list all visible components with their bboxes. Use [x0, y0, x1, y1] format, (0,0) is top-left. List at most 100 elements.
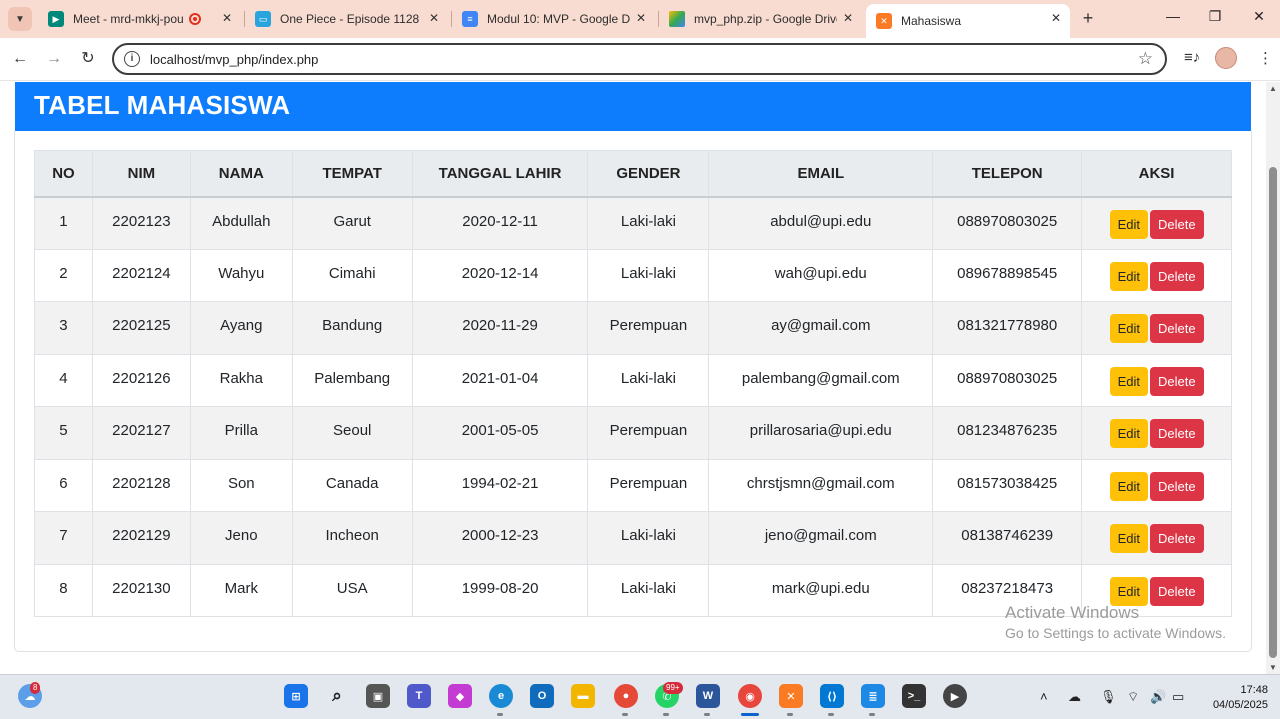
- browser-menu-icon[interactable]: ⋮: [1258, 49, 1273, 67]
- close-tab-icon[interactable]: ✕: [426, 11, 442, 25]
- back-button[interactable]: ←: [9, 48, 31, 70]
- watermark-title: Activate Windows: [1005, 603, 1140, 622]
- cell-tempat: Garut: [291, 196, 413, 250]
- cell-telepon: 08138746239: [932, 511, 1083, 565]
- activate-windows-watermark: Activate Windows Go to Settings to activ…: [1005, 603, 1226, 641]
- cell-telepon: 081573038425: [932, 458, 1083, 512]
- delete-button[interactable]: Delete: [1149, 524, 1204, 554]
- address-bar[interactable]: i localhost/mvp_php/index.php ☆: [112, 43, 1167, 75]
- forward-button[interactable]: →: [43, 48, 65, 70]
- copilot-icon[interactable]: ◆: [448, 684, 472, 708]
- tab-google-drive[interactable]: mvp_php.zip - Google Drive ✕: [659, 4, 862, 34]
- delete-button[interactable]: Delete: [1149, 419, 1204, 449]
- column-header-tempat: TEMPAT: [291, 150, 413, 198]
- close-tab-icon[interactable]: ✕: [219, 11, 235, 25]
- task-view-icon[interactable]: ▣: [366, 684, 390, 708]
- file-explorer-icon[interactable]: ▬: [571, 684, 595, 708]
- scroll-up-arrow[interactable]: ▲: [1268, 84, 1278, 93]
- table-row: 1 2202123 Abdullah Garut 2020-12-11 Laki-laki…: [34, 196, 1232, 250]
- running-indicator: [869, 713, 875, 716]
- scroll-down-arrow[interactable]: ▼: [1268, 663, 1278, 672]
- page-scrollbar[interactable]: ▲ ▼: [1266, 82, 1280, 674]
- cell-email: ay@gmail.com: [708, 301, 934, 355]
- close-tab-icon[interactable]: ✕: [840, 11, 856, 25]
- cell-aksi: Edit Delete: [1081, 301, 1232, 355]
- edit-button[interactable]: Edit: [1109, 314, 1148, 344]
- new-tab-button[interactable]: +: [1078, 8, 1098, 29]
- edit-button[interactable]: Edit: [1109, 261, 1148, 291]
- tab-meet[interactable]: ▶ Meet - mrd-mkkj-pou ✕: [38, 4, 241, 34]
- column-header-aksi: AKSI: [1081, 150, 1232, 198]
- active-indicator: [741, 713, 759, 716]
- google-meet-icon: ▶: [48, 11, 64, 27]
- wifi-icon[interactable]: ⌔: [1127, 689, 1139, 705]
- url-text[interactable]: localhost/mvp_php/index.php: [150, 52, 318, 67]
- close-tab-icon[interactable]: ✕: [1048, 11, 1064, 25]
- table-body: 1 2202123 Abdullah Garut 2020-12-11 Laki-laki…: [34, 196, 1232, 617]
- tab-mahasiswa[interactable]: ✕ Mahasiswa ✕: [866, 4, 1070, 38]
- edit-button[interactable]: Edit: [1109, 576, 1148, 606]
- cell-nama: Jeno: [189, 511, 293, 565]
- notepad-icon[interactable]: ≣: [861, 684, 885, 708]
- scrollbar-thumb[interactable]: [1269, 167, 1277, 658]
- cell-no: 8: [34, 563, 93, 617]
- cell-aksi: Edit Delete: [1081, 406, 1232, 460]
- edge-icon[interactable]: e: [489, 684, 513, 708]
- column-header-telepon: TELEPON: [932, 150, 1083, 198]
- microphone-icon[interactable]: 🎙: [1100, 689, 1117, 705]
- reload-button[interactable]: ↻: [77, 48, 99, 70]
- table-row: 5 2202127 Prilla Seoul 2001-05-05 Perempuan pr…: [34, 406, 1232, 460]
- edit-button[interactable]: Edit: [1109, 524, 1148, 554]
- media-player-icon[interactable]: ▶: [943, 684, 967, 708]
- delete-button[interactable]: Delete: [1149, 261, 1204, 291]
- cell-telepon: 081234876235: [932, 406, 1083, 460]
- tray-chevron-icon[interactable]: ˄: [1040, 689, 1048, 704]
- cell-gender: Perempuan: [587, 458, 710, 512]
- cell-tempat: Seoul: [291, 406, 413, 460]
- search-icon[interactable]: ⌕: [325, 684, 349, 708]
- chrome-profile-icon[interactable]: ●: [614, 684, 638, 708]
- close-tab-icon[interactable]: ✕: [633, 11, 649, 25]
- cell-nim: 2202124: [91, 248, 191, 302]
- bookmark-star-icon[interactable]: ☆: [1138, 49, 1153, 69]
- vscode-icon[interactable]: ⟨⟩: [820, 684, 844, 708]
- tab-search-button[interactable]: ▼: [8, 7, 32, 31]
- tab-google-docs[interactable]: ≡ Modul 10: MVP - Google Do ✕: [452, 4, 655, 34]
- delete-button[interactable]: Delete: [1149, 471, 1204, 501]
- cell-tanggal-lahir: 1994-02-21: [411, 458, 589, 512]
- delete-button[interactable]: Delete: [1149, 366, 1204, 396]
- cell-tanggal-lahir: 2020-12-11: [411, 196, 589, 250]
- system-clock[interactable]: 17:48 04/05/2025: [1198, 683, 1268, 713]
- restore-button[interactable]: ❐: [1200, 8, 1230, 25]
- word-icon[interactable]: W: [696, 684, 720, 708]
- site-info-icon[interactable]: i: [124, 51, 140, 67]
- edit-button[interactable]: Edit: [1109, 471, 1148, 501]
- tab-one-piece[interactable]: ▭ One Piece - Episode 1128 (H ✕: [245, 4, 448, 34]
- running-indicator: [828, 713, 834, 716]
- edit-button[interactable]: Edit: [1109, 419, 1148, 449]
- delete-button[interactable]: Delete: [1149, 576, 1204, 606]
- xampp-icon[interactable]: ✕: [779, 684, 803, 708]
- teams-icon[interactable]: T: [407, 684, 431, 708]
- minimize-button[interactable]: —: [1158, 8, 1188, 24]
- running-indicator: [704, 713, 710, 716]
- media-controls-icon[interactable]: ≡♪: [1184, 49, 1200, 66]
- edit-button[interactable]: Edit: [1109, 366, 1148, 396]
- cell-no: 2: [34, 248, 93, 302]
- edit-button[interactable]: Edit: [1109, 209, 1148, 239]
- chrome-icon[interactable]: ◉: [738, 684, 762, 708]
- delete-button[interactable]: Delete: [1149, 314, 1204, 344]
- terminal-icon[interactable]: >_: [902, 684, 926, 708]
- onedrive-icon[interactable]: ☁: [1068, 689, 1081, 705]
- volume-icon[interactable]: 🔊: [1150, 689, 1166, 705]
- browser-tab-strip: ▼ ▶ Meet - mrd-mkkj-pou ✕ ▭ One Piece - …: [0, 0, 1280, 38]
- windows-start-icon[interactable]: ⊞: [284, 684, 308, 708]
- battery-icon[interactable]: ▭: [1172, 689, 1184, 705]
- close-window-button[interactable]: ✕: [1244, 8, 1274, 25]
- table-row: 7 2202129 Jeno Incheon 2000-12-23 Laki-laki je…: [34, 511, 1232, 565]
- column-header-tanggal-lahir: TANGGAL LAHIR: [411, 150, 589, 198]
- outlook-icon[interactable]: O: [530, 684, 554, 708]
- profile-avatar[interactable]: [1215, 47, 1237, 69]
- cell-tempat: Cimahi: [291, 248, 413, 302]
- delete-button[interactable]: Delete: [1149, 209, 1204, 239]
